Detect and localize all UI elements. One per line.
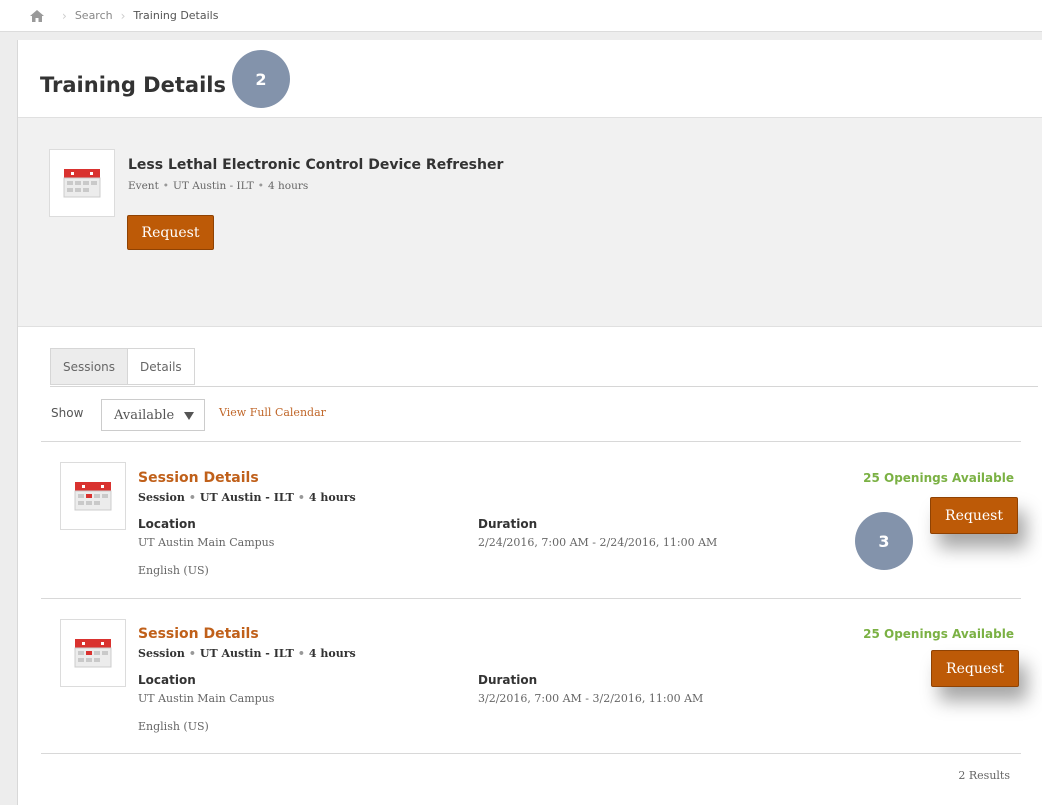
caret-down-icon — [184, 412, 194, 420]
location-value: UT Austin Main Campus — [138, 536, 275, 549]
divider — [41, 441, 1021, 442]
session-title[interactable]: Session Details — [138, 626, 259, 642]
tab-sessions[interactable]: Sessions — [50, 348, 129, 385]
session-meta: Session • UT Austin - ILT • 4 hours — [138, 647, 356, 660]
training-meta: Event • UT Austin - ILT • 4 hours — [128, 180, 309, 192]
training-provider: UT Austin - ILT — [173, 180, 254, 192]
session-request-button[interactable]: Request — [931, 650, 1019, 687]
availability-select-value: Available — [114, 407, 175, 423]
training-title: Less Lethal Electronic Control Device Re… — [128, 157, 504, 173]
callout-badge: 2 — [232, 50, 290, 108]
calendar-icon — [60, 619, 126, 687]
main-panel: Training Details 2 Less Lethal Electroni… — [17, 40, 1042, 805]
results-count: 2 Results — [958, 769, 1010, 782]
language-value: English (US) — [138, 564, 209, 577]
session-type: Session — [138, 491, 185, 504]
view-full-calendar-link[interactable]: View Full Calendar — [219, 406, 326, 419]
breadcrumb-item-current: Training Details — [133, 9, 219, 22]
training-type: Event — [128, 180, 159, 192]
calendar-icon — [60, 462, 126, 530]
breadcrumb: › Search › Training Details — [0, 0, 1042, 32]
breadcrumb-item-search[interactable]: Search — [75, 9, 113, 22]
calendar-icon — [49, 149, 115, 217]
language-value: English (US) — [138, 720, 209, 733]
location-value: UT Austin Main Campus — [138, 692, 275, 705]
show-label: Show — [51, 406, 84, 420]
session-title[interactable]: Session Details — [138, 470, 259, 486]
divider — [41, 598, 1021, 599]
session-provider: UT Austin - ILT — [199, 647, 294, 660]
request-button[interactable]: Request — [127, 215, 214, 250]
location-label: Location — [138, 673, 196, 687]
session-type: Session — [138, 647, 185, 660]
duration-value: 3/2/2016, 7:00 AM - 3/2/2016, 11:00 AM — [478, 692, 704, 705]
location-label: Location — [138, 517, 196, 531]
openings-status: 25 Openings Available — [863, 471, 1014, 485]
session-request-button[interactable]: Request — [930, 497, 1018, 534]
tab-details[interactable]: Details — [128, 348, 195, 385]
tab-bar: Sessions Details — [50, 348, 195, 386]
tabs-divider — [50, 386, 1038, 387]
training-duration: 4 hours — [267, 180, 309, 192]
chevron-right-icon: › — [120, 8, 126, 23]
session-duration: 4 hours — [308, 647, 356, 660]
duration-label: Duration — [478, 517, 538, 531]
chevron-right-icon: › — [62, 8, 67, 23]
home-icon[interactable] — [30, 9, 44, 22]
session-provider: UT Austin - ILT — [199, 491, 294, 504]
callout-badge: 3 — [855, 512, 913, 570]
divider — [41, 753, 1021, 754]
duration-label: Duration — [478, 673, 538, 687]
openings-status: 25 Openings Available — [863, 627, 1014, 641]
duration-value: 2/24/2016, 7:00 AM - 2/24/2016, 11:00 AM — [478, 536, 718, 549]
page-title: Training Details — [40, 73, 226, 97]
availability-select[interactable]: Available — [101, 399, 205, 431]
session-meta: Session • UT Austin - ILT • 4 hours — [138, 491, 356, 504]
training-header: Less Lethal Electronic Control Device Re… — [18, 117, 1042, 327]
session-duration: 4 hours — [308, 491, 356, 504]
